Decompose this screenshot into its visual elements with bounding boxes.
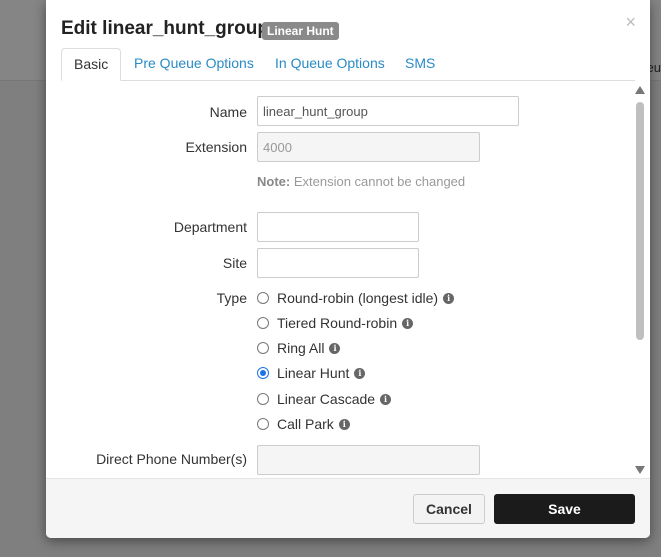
info-icon[interactable]: i — [329, 342, 341, 354]
info-icon[interactable]: i — [443, 292, 455, 304]
radio-button[interactable] — [257, 292, 269, 304]
note-prefix: Note: — [257, 174, 291, 189]
extension-input[interactable] — [257, 132, 480, 162]
radio-label: Tiered Round-robin — [277, 315, 398, 331]
tab-sms[interactable]: SMS — [405, 48, 435, 79]
type-badge: Linear Hunt — [262, 22, 339, 40]
site-input[interactable] — [257, 248, 419, 278]
tab-in-queue-options[interactable]: In Queue Options — [275, 48, 385, 79]
tab-bar: Basic Pre Queue Options In Queue Options… — [61, 48, 635, 81]
type-option-call-park[interactable]: Call Park i — [257, 415, 350, 433]
note-text: Extension cannot be changed — [290, 174, 466, 189]
type-option-tiered-round-robin[interactable]: Tiered Round-robin i — [257, 314, 414, 332]
type-option-linear-hunt[interactable]: Linear Hunt i — [257, 364, 366, 382]
type-option-round-robin[interactable]: Round-robin (longest idle) i — [257, 289, 455, 307]
site-label: Site — [222, 255, 247, 271]
radio-button-selected[interactable] — [257, 367, 269, 379]
name-label: Name — [209, 104, 247, 120]
radio-button[interactable] — [257, 342, 269, 354]
direct-phone-label: Direct Phone Number(s) — [96, 451, 247, 467]
info-icon[interactable]: i — [338, 418, 350, 430]
save-button[interactable]: Save — [494, 494, 635, 524]
scrollbar[interactable] — [634, 86, 646, 474]
radio-label: Linear Hunt — [277, 365, 350, 381]
radio-label: Call Park — [277, 416, 334, 432]
radio-button[interactable] — [257, 418, 269, 430]
modal-title: Edit linear_hunt_group — [61, 18, 269, 39]
scroll-up-arrow-icon[interactable] — [635, 86, 645, 94]
tab-basic[interactable]: Basic — [61, 48, 122, 81]
modal-footer: Cancel Save — [46, 478, 650, 538]
scroll-thumb[interactable] — [636, 102, 644, 340]
radio-label: Ring All — [277, 340, 325, 356]
scroll-down-arrow-icon[interactable] — [635, 466, 645, 474]
edit-hunt-group-modal: Edit linear_hunt_group Linear Hunt × Bas… — [46, 0, 650, 538]
info-icon[interactable]: i — [380, 393, 392, 405]
extension-label: Extension — [185, 139, 247, 155]
name-input[interactable] — [257, 96, 519, 126]
tab-pre-queue-options[interactable]: Pre Queue Options — [134, 48, 254, 79]
type-option-linear-cascade[interactable]: Linear Cascade i — [257, 390, 392, 408]
radio-button[interactable] — [257, 317, 269, 329]
extension-note: Note: Extension cannot be changed — [257, 174, 465, 189]
info-icon[interactable]: i — [402, 317, 414, 329]
close-icon[interactable]: × — [625, 12, 636, 33]
direct-phone-input[interactable] — [257, 445, 480, 475]
modal-header: Edit linear_hunt_group Linear Hunt × — [46, 0, 650, 48]
type-option-ring-all[interactable]: Ring All i — [257, 339, 341, 357]
form-body: Name Extension Note: Extension cannot be… — [46, 80, 650, 478]
department-input[interactable] — [257, 212, 419, 242]
radio-button[interactable] — [257, 393, 269, 405]
cancel-button[interactable]: Cancel — [413, 494, 485, 524]
department-label: Department — [173, 219, 247, 235]
radio-label: Linear Cascade — [277, 391, 376, 407]
type-label: Type — [216, 290, 247, 306]
info-icon[interactable]: i — [354, 367, 366, 379]
radio-label: Round-robin (longest idle) — [277, 290, 439, 306]
